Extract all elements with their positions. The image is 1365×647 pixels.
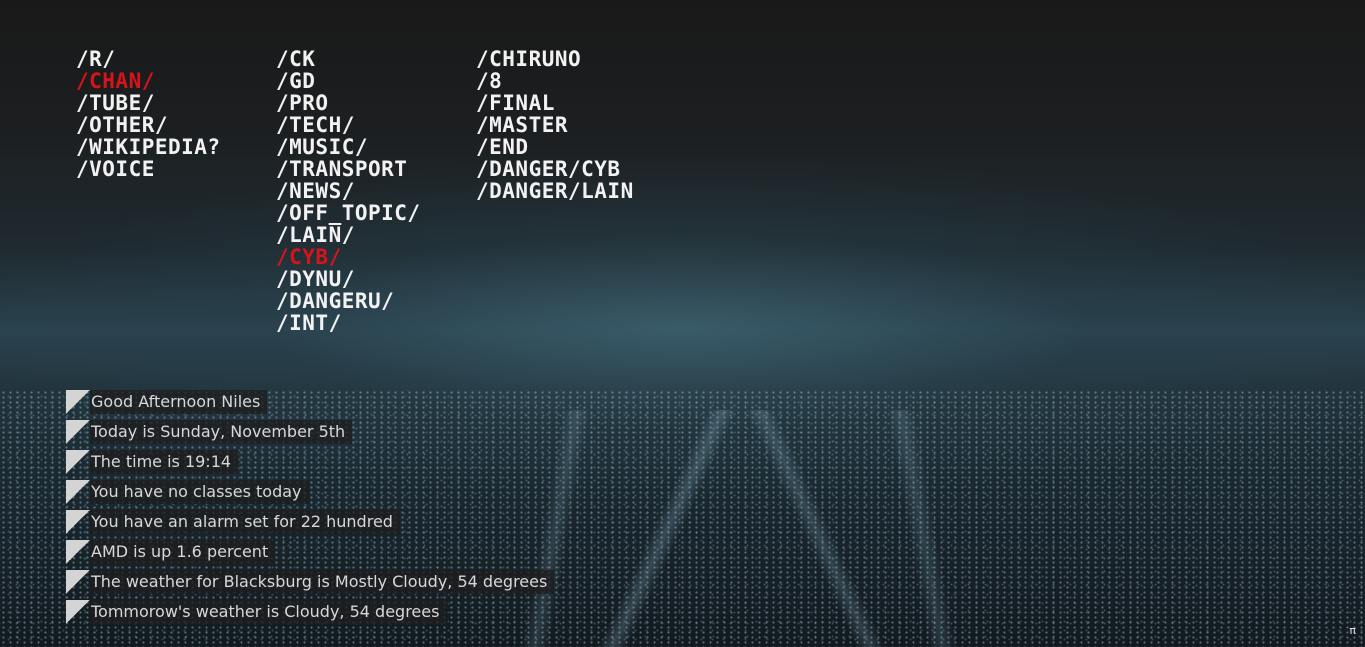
message-text: Good Afternoon Niles [90,390,268,414]
message-text: Tommorow's weather is Cloudy, 54 degrees [90,600,447,624]
message-alarm: You have an alarm set for 22 hundred [66,510,554,534]
message-text: AMD is up 1.6 percent [90,540,276,564]
link-ck[interactable]: /CK [276,48,476,70]
triangle-marker-icon [66,390,90,414]
link-pro[interactable]: /PRO [276,92,476,114]
triangle-marker-icon [66,480,90,504]
message-text: The weather for Blacksburg is Mostly Clo… [90,570,555,594]
message-time: The time is 19:14 [66,450,554,474]
link-final[interactable]: /FINAL [476,92,676,114]
link-chan[interactable]: /CHAN/ [76,70,276,92]
triangle-marker-icon [66,570,90,594]
link-tech[interactable]: /TECH/ [276,114,476,136]
link-danger-cyb[interactable]: /DANGER/CYB [476,158,676,180]
triangle-marker-icon [66,540,90,564]
link-grid: /R/ /CHAN/ /TUBE/ /OTHER/ /WIKIPEDIA? /V… [76,48,676,334]
triangle-marker-icon [66,420,90,444]
link-transport[interactable]: /TRANSPORT [276,158,476,180]
link-other[interactable]: /OTHER/ [76,114,276,136]
link-column-2: /CK /GD /PRO /TECH/ /MUSIC/ /TRANSPORT /… [276,48,476,334]
message-text: You have an alarm set for 22 hundred [90,510,400,534]
message-greeting: Good Afternoon Niles [66,390,554,414]
link-music[interactable]: /MUSIC/ [276,136,476,158]
message-weather-tomorrow: Tommorow's weather is Cloudy, 54 degrees [66,600,554,624]
link-end[interactable]: /END [476,136,676,158]
link-tube[interactable]: /TUBE/ [76,92,276,114]
link-int[interactable]: /INT/ [276,312,476,334]
link-gd[interactable]: /GD [276,70,476,92]
link-danger-lain[interactable]: /DANGER/LAIN [476,180,676,202]
message-text: Today is Sunday, November 5th [90,420,353,444]
link-column-1: /R/ /CHAN/ /TUBE/ /OTHER/ /WIKIPEDIA? /V… [76,48,276,334]
pi-link[interactable]: π [1349,624,1356,637]
message-stock: AMD is up 1.6 percent [66,540,554,564]
message-classes: You have no classes today [66,480,554,504]
triangle-marker-icon [66,450,90,474]
link-news[interactable]: /NEWS/ [276,180,476,202]
link-column-3: /CHIRUNO /8 /FINAL /MASTER /END /DANGER/… [476,48,676,334]
link-master[interactable]: /MASTER [476,114,676,136]
link-chiruno[interactable]: /CHIRUNO [476,48,676,70]
link-lain[interactable]: /LAIN/ [276,224,476,246]
link-voice[interactable]: /VOICE [76,158,276,180]
link-dangeru[interactable]: /DANGERU/ [276,290,476,312]
message-date: Today is Sunday, November 5th [66,420,554,444]
link-off-topic[interactable]: /OFF_TOPIC/ [276,202,476,224]
message-text: You have no classes today [90,480,309,504]
link-dynu[interactable]: /DYNU/ [276,268,476,290]
message-text: The time is 19:14 [90,450,239,474]
message-list: Good Afternoon Niles Today is Sunday, No… [66,390,555,630]
link-wikipedia[interactable]: /WIKIPEDIA? [76,136,276,158]
triangle-marker-icon [66,510,90,534]
link-r[interactable]: /R/ [76,48,276,70]
link-8[interactable]: /8 [476,70,676,92]
link-cyb[interactable]: /CYB/ [276,246,476,268]
triangle-marker-icon [66,600,90,624]
message-weather-today: The weather for Blacksburg is Mostly Clo… [66,570,555,594]
